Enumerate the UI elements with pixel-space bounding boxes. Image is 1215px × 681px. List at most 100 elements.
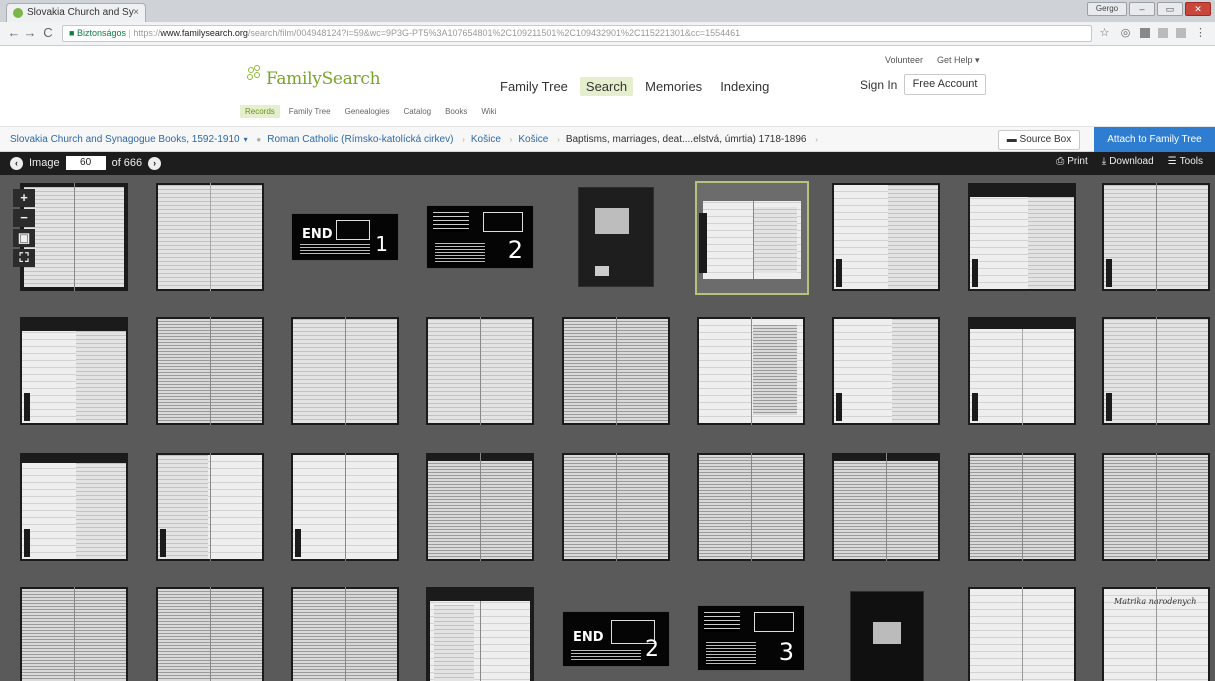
target-end-label: END [302,227,333,242]
image-thumbnail[interactable] [20,453,128,561]
image-thumbnail[interactable]: END 2 [562,587,670,681]
subnav-records[interactable]: Records [240,105,280,118]
image-thumbnail[interactable] [968,587,1076,681]
image-thumbnail[interactable] [156,317,264,425]
print-button[interactable]: ⎙ Print [1056,156,1088,167]
image-number-input[interactable] [65,156,106,170]
zoom-out-icon[interactable]: − [13,209,35,227]
image-thumbnail[interactable] [968,453,1076,561]
image-thumbnail[interactable] [20,587,128,681]
download-button[interactable]: ⤓ Download [1102,156,1154,167]
breadcrumb-town[interactable]: Košice [518,134,548,145]
image-thumbnail[interactable] [1102,317,1210,425]
nav-search[interactable]: Search [579,77,634,96]
sign-in-link[interactable]: Sign In [860,78,897,92]
image-thumbnail[interactable] [426,587,534,681]
free-account-button[interactable]: Free Account [904,74,986,95]
secure-label: Biztonságos [76,28,126,38]
end-target-card: END 1 [291,213,399,261]
image-thumbnail[interactable] [291,453,399,561]
volunteer-link[interactable]: Volunteer [885,55,923,66]
target-number: 2 [645,637,659,662]
subnav-catalog[interactable]: Catalog [399,105,437,118]
image-thumbnail[interactable] [1102,453,1210,561]
previous-image-icon[interactable]: ‹ [10,156,23,170]
subnav-wiki[interactable]: Wiki [476,105,501,118]
image-thumbnail[interactable] [156,453,264,561]
image-count: of 666 [111,157,143,169]
viewer-actions: ⎙ Print ⤓ Download ☰ Tools [1056,156,1203,167]
tools-icon: ☰ [1167,156,1177,167]
tab-close-icon[interactable]: × [133,7,139,18]
fit-to-screen-icon[interactable]: ▣ [13,229,35,247]
breadcrumb-current: Baptisms, marriages, deat....elstvá, úmr… [565,134,807,145]
extension-square-icon[interactable] [1176,28,1186,38]
image-thumbnail[interactable] [156,183,264,291]
image-thumbnail[interactable]: Matrika narodenych [1102,587,1210,681]
image-thumbnail[interactable] [20,317,128,425]
breadcrumb-collection[interactable]: Slovakia Church and Synagogue Books, 159… [10,134,240,145]
image-thumbnail[interactable] [291,587,399,681]
image-thumbnail[interactable] [832,317,940,425]
familysearch-logo[interactable]: FamilySearch [246,65,381,89]
breadcrumb-bar: Slovakia Church and Synagogue Books, 159… [0,126,1215,152]
minimize-icon[interactable]: – [1129,2,1155,16]
back-arrow-icon[interactable]: ← [6,25,22,40]
zoom-in-icon[interactable]: + [13,189,35,207]
source-box-button[interactable]: ▬ Source Box [998,130,1080,150]
image-thumbnail[interactable] [426,317,534,425]
extension-square-icon[interactable] [1140,28,1150,38]
image-thumbnail[interactable] [562,183,670,291]
url-input[interactable]: ■ Biztonságos | https://www.familysearch… [62,25,1092,42]
get-help-link[interactable]: Get Help ▾ [937,55,980,66]
extension-square-icon[interactable] [1158,28,1168,38]
tools-button[interactable]: ☰ Tools [1168,156,1203,167]
breadcrumb-county[interactable]: Košice [471,134,501,145]
image-thumbnail[interactable] [562,317,670,425]
lock-icon: ■ [69,28,77,38]
image-thumbnail[interactable]: END 1 [291,183,399,291]
next-image-icon[interactable]: › [148,156,162,170]
image-thumbnail[interactable] [697,317,805,425]
chevron-down-icon[interactable]: ▾ [244,135,248,144]
image-thumbnail[interactable] [968,317,1076,425]
image-thumbnail[interactable] [697,453,805,561]
browser-tab[interactable]: Slovakia Church and Sy × [6,3,146,22]
image-thumbnail[interactable]: 3 [697,587,805,681]
extension-icon[interactable]: ◎ [1119,27,1132,40]
attach-to-family-tree-button[interactable]: Attach to Family Tree [1094,127,1215,152]
user-profile-button[interactable]: Gergo [1087,2,1127,16]
image-thumbnail[interactable] [832,183,940,291]
bookmark-star-icon[interactable]: ☆ [1098,27,1111,40]
image-thumbnail[interactable] [1102,183,1210,291]
window-close-icon[interactable]: ✕ [1185,2,1211,16]
nav-memories[interactable]: Memories [639,77,708,96]
subnav-family-tree[interactable]: Family Tree [284,105,336,118]
maximize-icon[interactable]: ▭ [1157,2,1183,16]
image-thumbnail-selected[interactable] [695,181,809,295]
nav-family-tree[interactable]: Family Tree [494,77,574,96]
end-target-card: END 2 [562,611,670,667]
image-thumbnail[interactable] [20,183,128,291]
fullscreen-icon[interactable]: ⛶ [13,249,35,267]
image-thumbnail[interactable]: 2 [426,183,534,291]
breadcrumb-religion[interactable]: Roman Catholic (Rímsko-katolícká cirkev) [267,134,453,145]
image-thumbnail[interactable] [426,453,534,561]
image-thumbnail[interactable] [832,453,940,561]
subnav-books[interactable]: Books [440,105,472,118]
image-thumbnail[interactable] [291,317,399,425]
image-thumbnail[interactable] [156,587,264,681]
nav-indexing[interactable]: Indexing [714,77,775,96]
forward-arrow-icon[interactable]: → [22,25,38,40]
reload-icon[interactable]: C [40,25,56,40]
subnav-genealogies[interactable]: Genealogies [340,105,395,118]
source-box-label: Source Box [1019,134,1072,145]
download-label: Download [1109,156,1154,167]
image-thumbnail[interactable] [562,453,670,561]
menu-icon[interactable]: ⋮ [1194,27,1207,40]
url-path: /search/film/004948124?i=59&wc=9P3G-PT5%… [247,28,741,38]
image-thumbnail[interactable] [968,183,1076,291]
target-number: 1 [375,232,388,256]
main-nav: Family Tree Search Memories Indexing [494,77,775,96]
image-thumbnail[interactable] [832,587,940,681]
